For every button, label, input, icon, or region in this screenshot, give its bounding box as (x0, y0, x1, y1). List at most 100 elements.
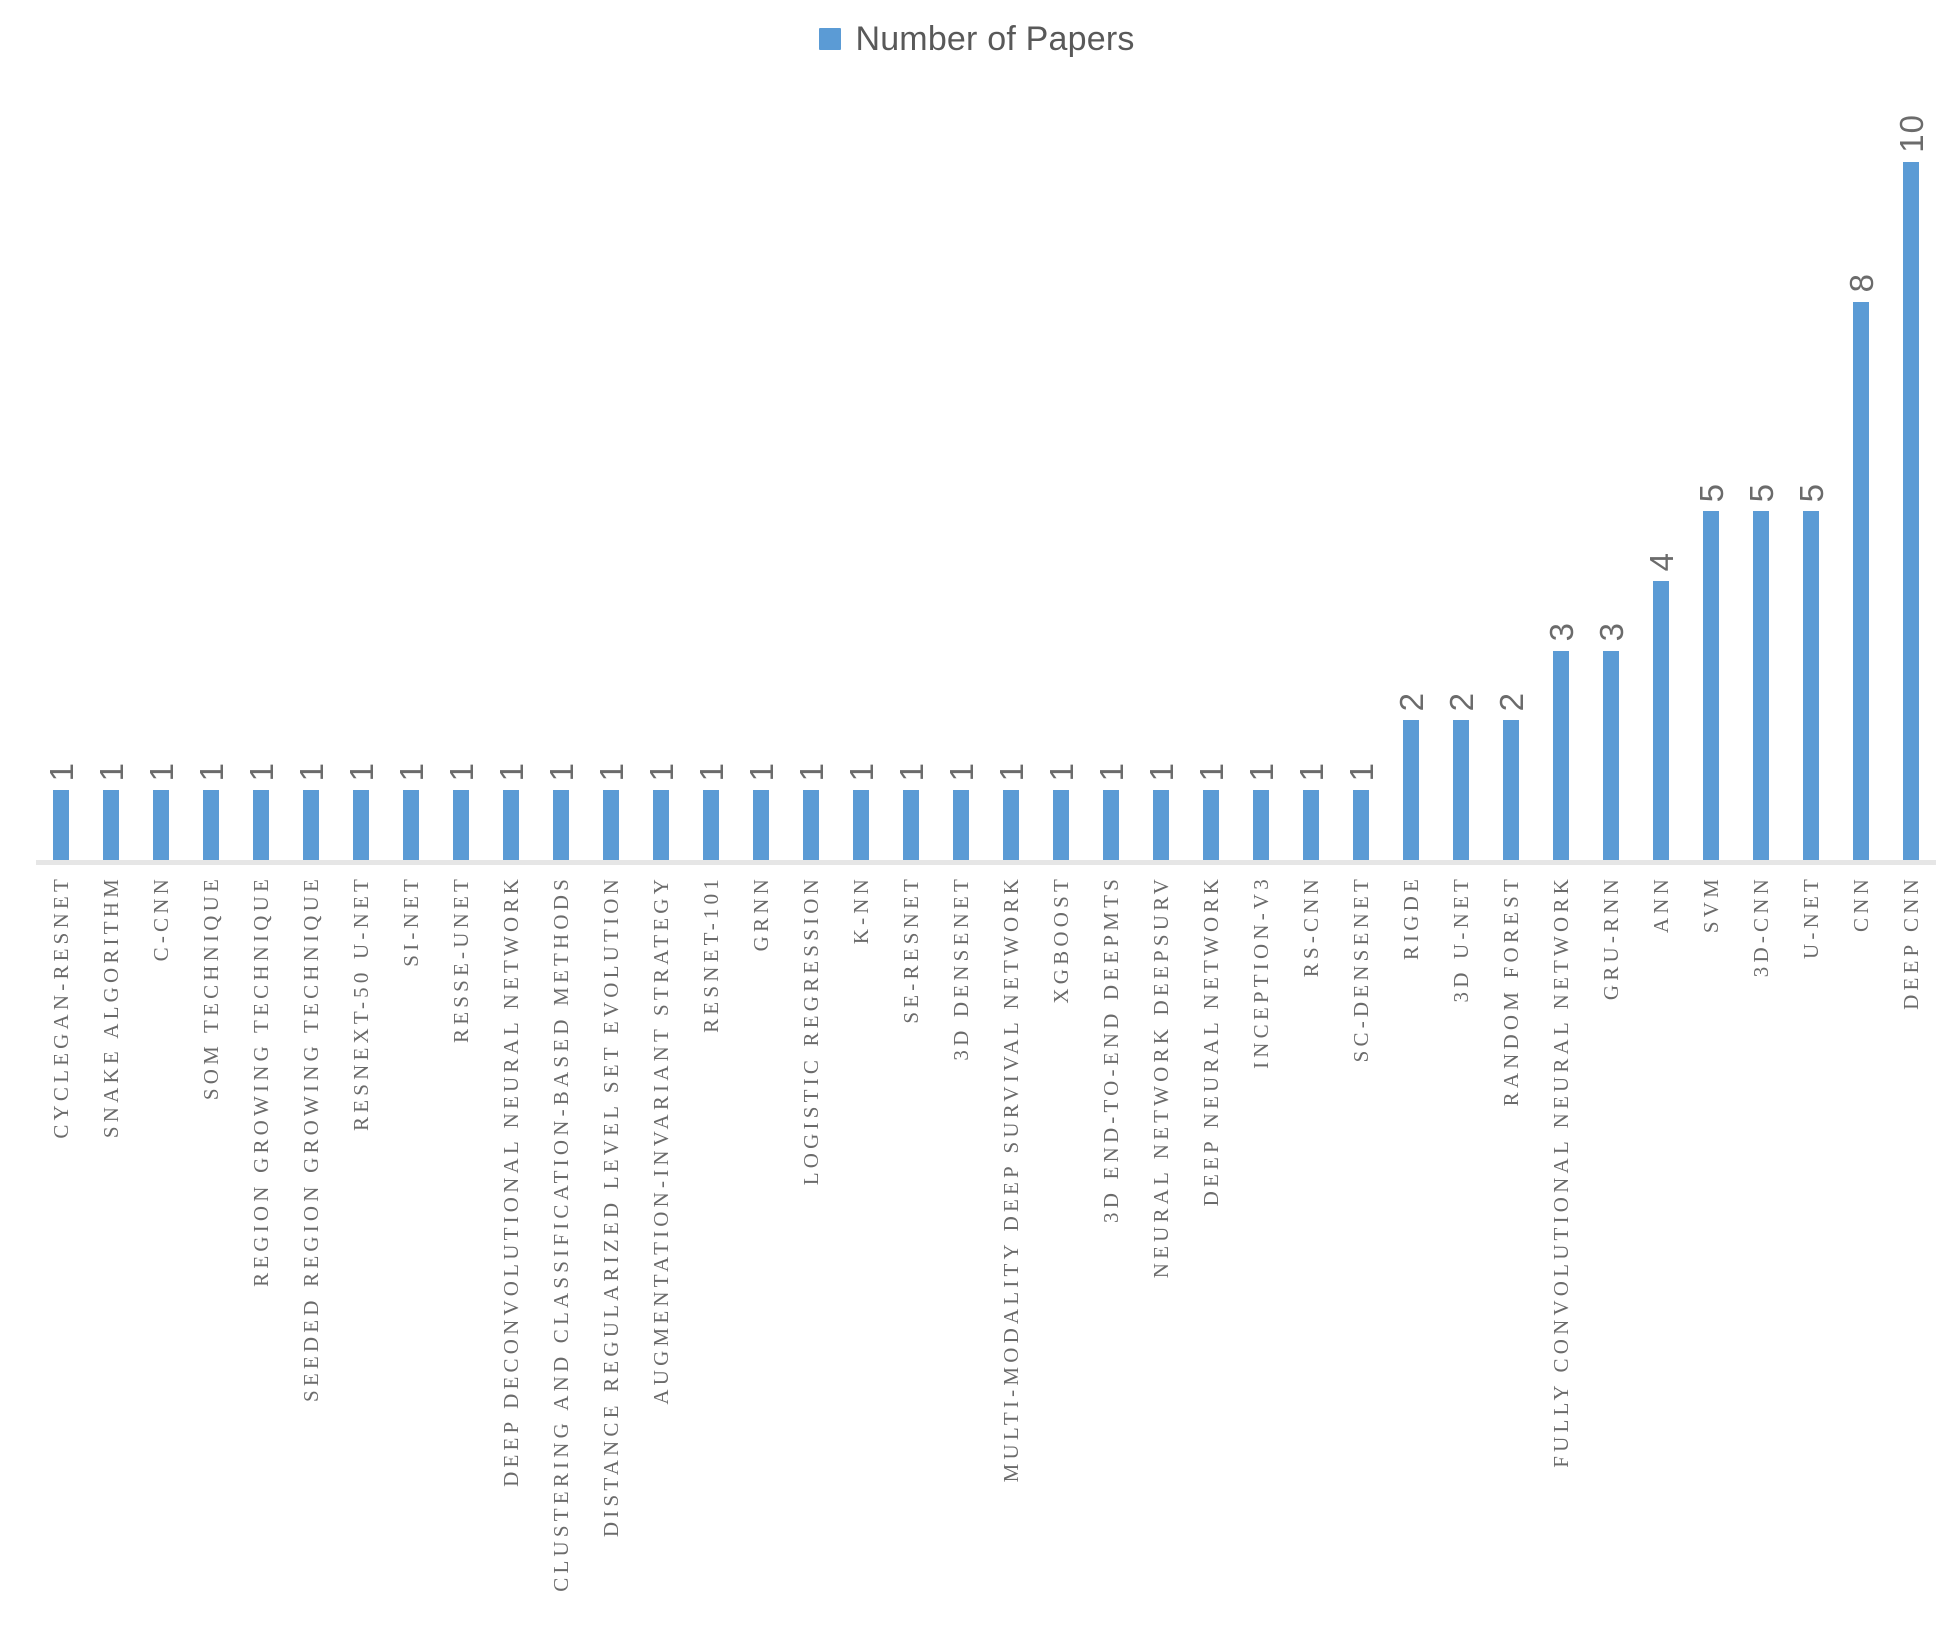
bar-group[interactable]: 1 (1186, 100, 1236, 860)
bar[interactable] (403, 790, 419, 860)
bar-group[interactable]: 1 (1036, 100, 1086, 860)
category-label: SOM TECHNIQUE (198, 875, 223, 1101)
bar[interactable] (353, 790, 369, 860)
category-label: GRU-RNN (1598, 875, 1623, 1001)
bar-group[interactable]: 1 (336, 100, 386, 860)
category-label: DEEP CNN (1898, 875, 1923, 1010)
bar[interactable] (1153, 790, 1169, 860)
bar[interactable] (1803, 511, 1819, 860)
bar-group[interactable]: 1 (786, 100, 836, 860)
bar[interactable] (153, 790, 169, 860)
bar-group[interactable]: 10 (1886, 100, 1936, 860)
bar-group[interactable]: 1 (286, 100, 336, 860)
bar[interactable] (1753, 511, 1769, 860)
bar-group[interactable]: 1 (736, 100, 786, 860)
bar-value-label: 1 (392, 761, 430, 782)
bar-group[interactable]: 1 (1236, 100, 1286, 860)
bar[interactable] (1253, 790, 1269, 860)
bar[interactable] (553, 790, 569, 860)
legend-series-label: Number of Papers (855, 20, 1135, 58)
bar[interactable] (603, 790, 619, 860)
bar[interactable] (503, 790, 519, 860)
bar-group[interactable]: 1 (986, 100, 1036, 860)
bar[interactable] (1503, 720, 1519, 860)
bar-value-label: 1 (1092, 761, 1130, 782)
bar[interactable] (1553, 650, 1569, 860)
bar[interactable] (1903, 162, 1919, 860)
bar-group[interactable]: 1 (1136, 100, 1186, 860)
category-label: CLUSTERING AND CLASSIFICATION-BASED METH… (548, 875, 573, 1592)
bar[interactable] (1203, 790, 1219, 860)
bar-group[interactable]: 1 (586, 100, 636, 860)
bar[interactable] (1853, 301, 1869, 860)
bar-group[interactable]: 2 (1486, 100, 1536, 860)
bar-group[interactable]: 1 (136, 100, 186, 860)
bar[interactable] (1453, 720, 1469, 860)
bar[interactable] (103, 790, 119, 860)
bar[interactable] (1303, 790, 1319, 860)
bar-group[interactable]: 2 (1436, 100, 1486, 860)
bar-group[interactable]: 8 (1836, 100, 1886, 860)
bar-group[interactable]: 5 (1736, 100, 1786, 860)
bar-group[interactable]: 1 (636, 100, 686, 860)
bar[interactable] (203, 790, 219, 860)
category-label: RESSE-UNET (448, 875, 473, 1043)
bar[interactable] (703, 790, 719, 860)
bar-group[interactable]: 1 (1086, 100, 1136, 860)
bar-value-label: 1 (1192, 761, 1230, 782)
category-label: C-CNN (148, 875, 173, 962)
bar[interactable] (1403, 720, 1419, 860)
bar[interactable] (253, 790, 269, 860)
bar-value-label: 1 (1292, 761, 1330, 782)
bar[interactable] (1103, 790, 1119, 860)
bar[interactable] (453, 790, 469, 860)
bar-group[interactable]: 5 (1786, 100, 1836, 860)
bar[interactable] (1353, 790, 1369, 860)
bar[interactable] (1003, 790, 1019, 860)
category-label-cell: SI-NET (386, 875, 436, 967)
bar[interactable] (753, 790, 769, 860)
bar[interactable] (953, 790, 969, 860)
bar-group[interactable]: 1 (436, 100, 486, 860)
bar-group[interactable]: 1 (686, 100, 736, 860)
category-label: CNN (1848, 875, 1873, 932)
bar-value-label: 3 (1592, 622, 1630, 642)
bar-group[interactable]: 5 (1686, 100, 1736, 860)
bar[interactable] (1053, 790, 1069, 860)
bar-group[interactable]: 4 (1636, 100, 1686, 860)
category-label-cell: GRU-RNN (1586, 875, 1636, 1000)
bar[interactable] (1603, 650, 1619, 860)
category-label: LOGISTIC REGRESSION (798, 875, 823, 1186)
bar-group[interactable]: 1 (36, 100, 86, 860)
bar-group[interactable]: 3 (1586, 100, 1636, 860)
bar-group[interactable]: 1 (236, 100, 286, 860)
bar-group[interactable]: 2 (1386, 100, 1436, 860)
category-label-cell: SE-RESNET (886, 875, 936, 1024)
bar[interactable] (853, 790, 869, 860)
bar-group[interactable]: 3 (1536, 100, 1586, 860)
bar-group[interactable]: 1 (886, 100, 936, 860)
bar-group[interactable]: 1 (186, 100, 236, 860)
bar-group[interactable]: 1 (86, 100, 136, 860)
bar[interactable] (1703, 511, 1719, 860)
bar-group[interactable]: 1 (1336, 100, 1386, 860)
bar-group[interactable]: 1 (536, 100, 586, 860)
bar-group[interactable]: 1 (386, 100, 436, 860)
bar-group[interactable]: 1 (1286, 100, 1336, 860)
bar[interactable] (803, 790, 819, 860)
category-label-cell: MULTI-MODALITY DEEP SURVIVAL NETWORK (986, 875, 1036, 1482)
category-label-cell: RS-CNN (1286, 875, 1336, 977)
bars-row: 1 1 1 1 1 1 1 1 1 1 1 1 1 1 1 1 1 1 1 1 1 1 1 1 1 1 1 2 2 2 3 3 4 5 5 5 8 10 (36, 100, 1936, 860)
category-label-cell: CLUSTERING AND CLASSIFICATION-BASED METH… (536, 875, 586, 1592)
bar[interactable] (53, 790, 69, 860)
bar[interactable] (1653, 580, 1669, 860)
bar[interactable] (303, 790, 319, 860)
bar-group[interactable]: 1 (486, 100, 536, 860)
bar-value-label: 2 (1442, 692, 1480, 712)
bar-group[interactable]: 1 (936, 100, 986, 860)
bar[interactable] (903, 790, 919, 860)
bar[interactable] (653, 790, 669, 860)
bar-group[interactable]: 1 (836, 100, 886, 860)
bar-chart-plot-area: 1 1 1 1 1 1 1 1 1 1 1 1 1 1 1 1 1 1 1 1 1 1 1 1 1 1 1 2 2 2 3 3 4 5 5 5 8 10 … (36, 100, 1936, 1592)
category-label-cell: CNN (1836, 875, 1886, 932)
